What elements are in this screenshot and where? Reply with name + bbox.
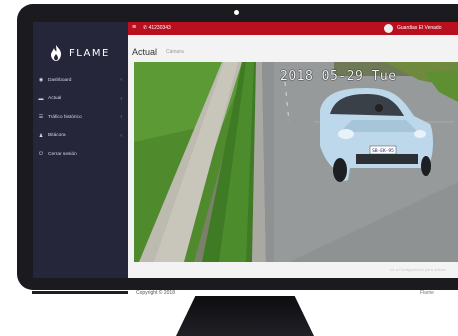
sidebar-item-label: Actual bbox=[48, 96, 62, 102]
list-icon: ☰ bbox=[38, 114, 44, 121]
sidebar-item-dashboard[interactable]: ◉ Dashboard ‹ bbox=[33, 71, 128, 90]
sidebar-item-bitacora[interactable]: ♟ Bitácora ‹ bbox=[33, 127, 128, 146]
hamburger-menu-icon[interactable]: ≡ bbox=[132, 24, 136, 32]
flame-icon bbox=[51, 45, 61, 61]
webcam-dot bbox=[234, 10, 239, 15]
sidebar-item-label: Tráfico histórico bbox=[48, 114, 82, 120]
page-subtitle: Cámara bbox=[166, 49, 184, 55]
taskbar-strip bbox=[32, 291, 128, 294]
brand-name: FLAME bbox=[69, 47, 110, 59]
chevron-left-icon: ‹ bbox=[120, 114, 122, 121]
avatar[interactable] bbox=[384, 24, 393, 33]
monitor-frame: FLAME ◉ Dashboard ‹ ▬ Actual ‹ ☰ Tráfico… bbox=[17, 4, 458, 290]
top-bar: ≡ ✆ 41230343 Guardias El Venado bbox=[128, 22, 458, 35]
phone-number-text: 41230343 bbox=[148, 25, 171, 31]
user-name[interactable]: Guardias El Venado bbox=[397, 25, 441, 31]
camera-feed[interactable]: SB-EK-95 2018 05-29 Tue bbox=[134, 62, 458, 262]
camera-image: SB-EK-95 bbox=[134, 62, 458, 262]
power-icon: ⏻ bbox=[39, 151, 43, 158]
footer-brand: Flame bbox=[420, 290, 434, 296]
monitor-stand bbox=[176, 296, 314, 336]
license-plate: SB-EK-95 bbox=[372, 148, 394, 154]
user-icon: ♟ bbox=[38, 132, 44, 139]
chevron-left-icon: ‹ bbox=[120, 77, 122, 84]
sidebar-item-label: Cerrar sesión bbox=[48, 151, 77, 157]
phone-number: ✆ 41230343 bbox=[143, 25, 171, 31]
video-camera-icon: ▬ bbox=[38, 95, 44, 102]
page-title: Actual bbox=[132, 47, 158, 57]
sidebar: FLAME ◉ Dashboard ‹ ▬ Actual ‹ ☰ Tráfico… bbox=[33, 22, 128, 278]
dashboard-icon: ◉ bbox=[38, 77, 44, 84]
main-content: Actual Cámara SB-EK-95 2018 05-29 Tue Ve… bbox=[128, 35, 458, 278]
camera-timestamp: 2018 05-29 Tue bbox=[280, 69, 397, 84]
sidebar-item-trafico-historico[interactable]: ☰ Tráfico histórico ‹ bbox=[33, 108, 128, 127]
sidebar-item-label: Dashboard bbox=[48, 77, 72, 83]
brand-logo[interactable]: FLAME bbox=[33, 40, 128, 66]
chevron-left-icon: ‹ bbox=[120, 95, 122, 102]
chevron-left-icon: ‹ bbox=[120, 132, 122, 139]
monitor-mockup: FLAME ◉ Dashboard ‹ ▬ Actual ‹ ☰ Tráfico… bbox=[0, 0, 458, 336]
footer-copyright: Copyright © 2018 bbox=[136, 290, 175, 296]
sidebar-item-label: Bitácora bbox=[48, 133, 66, 139]
app-screen: FLAME ◉ Dashboard ‹ ▬ Actual ‹ ☰ Tráfico… bbox=[33, 22, 458, 278]
activation-note: Ve a Configuración para activar bbox=[390, 267, 446, 272]
sidebar-item-cerrar-sesion[interactable]: ⏻ Cerrar sesión bbox=[33, 145, 128, 164]
sidebar-nav: ◉ Dashboard ‹ ▬ Actual ‹ ☰ Tráfico histó… bbox=[33, 71, 128, 164]
sidebar-item-actual[interactable]: ▬ Actual ‹ bbox=[33, 90, 128, 109]
